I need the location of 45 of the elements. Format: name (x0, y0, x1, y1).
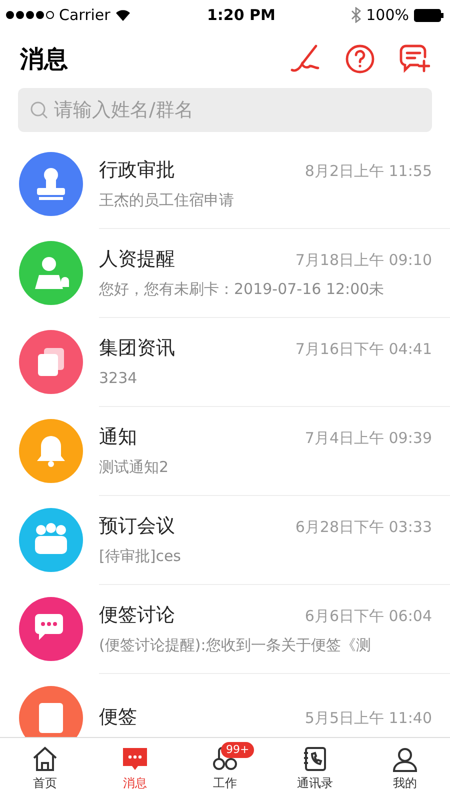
bluetooth-icon (351, 7, 362, 23)
search-field[interactable]: 请输入姓名/群名 (18, 88, 432, 132)
message-preview: 测试通知2 (99, 458, 170, 476)
count-badge: 99+ (221, 742, 254, 758)
wifi-icon (115, 9, 132, 21)
message-time: 8月2日上午 11:55 (304, 162, 432, 180)
message-time: 7月18日上午 09:10 (295, 250, 432, 270)
message-preview: 3234 (99, 369, 138, 387)
question-icon (345, 44, 375, 74)
message-time: 6月28日下午 03:33 (295, 518, 432, 536)
tab[interactable]: 我的 (360, 738, 450, 800)
search-field[interactable]: 请输入姓名/群名 (52, 98, 420, 122)
home-icon (31, 746, 59, 772)
message-time: 5月5日上午 11:40 (304, 709, 432, 728)
conversation-name: 通知 (99, 424, 137, 450)
message-preview: (便签讨论提醒):您收到一条关于便签《测 (99, 636, 372, 654)
conversation-name: 预订会议 (99, 514, 175, 538)
conversation-name: 行政审批 (99, 158, 175, 182)
tab[interactable]: 通讯录 (270, 738, 360, 800)
chat-add-icon (398, 43, 430, 75)
message-preview: 您好，您有未刷卡：2019-07-16 12:00未 (99, 280, 386, 298)
tab[interactable]: 首页 (0, 738, 90, 800)
message-time: 6月6日下午 06:04 (304, 606, 432, 626)
signal-icon (6, 11, 54, 19)
search-icon (30, 101, 48, 119)
conversation-name: 便签 (99, 705, 137, 730)
conversation-name: 人资提醒 (99, 246, 175, 272)
conversation-name: 集团资讯 (99, 336, 175, 361)
clock-time: 1:20 PM (206, 6, 276, 24)
message-time: 7月16日下午 04:41 (295, 340, 432, 359)
battery-percent: 100% (366, 6, 409, 24)
conversation-name: 便签讨论 (99, 602, 175, 628)
battery-icon (414, 8, 444, 22)
person-icon (391, 746, 419, 772)
pen-signature-icon (290, 44, 322, 74)
tab[interactable]: 消息 (90, 738, 180, 800)
contacts-book-icon (301, 746, 329, 772)
page-title: 消息 (20, 44, 68, 75)
stamp-icon (34, 166, 68, 202)
tab[interactable]: 工作 99+ (180, 738, 270, 800)
message-preview: [待审批]ces (99, 546, 182, 566)
message-time: 7月4日上午 09:39 (304, 428, 432, 448)
message-icon (121, 746, 149, 772)
carrier-name: Carrier (59, 6, 110, 24)
message-preview: 王杰的员工住宿申请 (99, 190, 235, 210)
